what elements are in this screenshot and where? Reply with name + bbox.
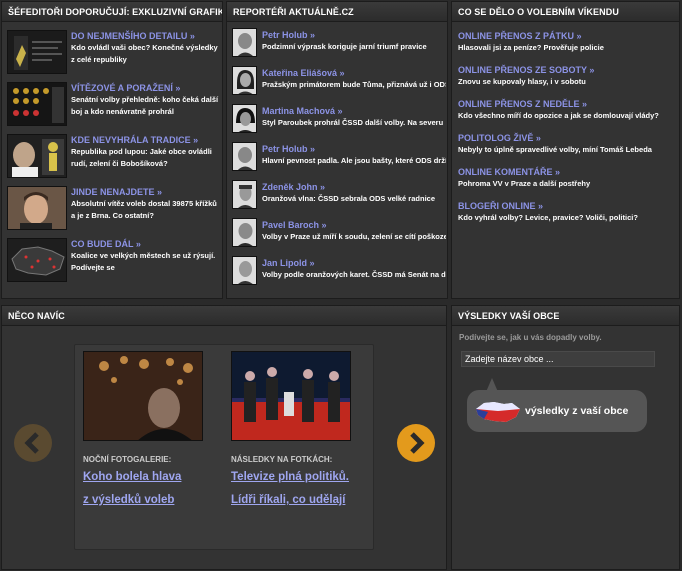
slide-caption: NOČNÍ FOTOGALERIE: [83,455,172,464]
article-desc: Oranžová vlna: ČSSD sebrala ODS velké ra… [262,194,435,203]
czech-map-icon [476,402,520,422]
thumbnail[interactable] [7,238,67,282]
results-button-label: výsledky z vaší obce [525,405,629,417]
article-desc: Republika pod lupou: Jaké obce ovládli r… [71,147,212,168]
thumbnail[interactable] [7,134,67,178]
article-link[interactable]: DO NEJMENŠÍHO DETAILU » [71,30,221,42]
avatar[interactable] [232,66,257,95]
article-link[interactable]: VÍTĚZOVÉ A PORAŽENÍ » [71,82,221,94]
avatar[interactable] [232,28,257,57]
municipality-results-panel: VÝSLEDKY VAŠÍ OBCE Podívejte se, jak u v… [451,305,680,570]
list-item: ONLINE PŘENOS Z NEDĚLE » Kdo všechno míří… [458,98,676,122]
carousel-slide: NÁSLEDKY NA FOTKÁCH: Televize plná polit… [231,351,351,511]
slide-link[interactable]: Lídři říkali, co udělají [231,490,351,511]
carousel-slide: NOČNÍ FOTOGALERIE: Koho bolela hlava z v… [83,351,203,511]
reporter-link[interactable]: Petr Holub » [262,29,446,41]
municipality-results-button[interactable]: výsledky z vaší obce [467,390,647,432]
carousel-prev-button[interactable] [14,424,52,462]
slide-link[interactable]: z výsledků voleb [83,490,203,511]
reporter-link[interactable]: Zdeněk John » [262,181,446,193]
panel-title: REPORTÉŘI AKTUÁLNĚ.CZ [227,2,447,22]
avatar[interactable] [232,104,257,133]
list-item: ONLINE KOMENTÁŘE » Pohroma VV v Praze a d… [458,166,676,190]
slide-caption: NÁSLEDKY NA FOTKÁCH: [231,455,333,464]
chevron-left-icon [24,432,39,454]
reporter-link[interactable]: Jan Lipold » [262,257,446,269]
event-link[interactable]: ONLINE KOMENTÁŘE » [458,166,676,178]
avatar[interactable] [232,218,257,247]
event-desc: Hlasovali jsi za peníze? Prověřuje polic… [458,43,604,52]
event-desc: Znovu se kupovaly hlasy, i v sobotu [458,77,586,86]
list-item: Pavel Baroch » Volby v Praze už míří k so… [232,218,447,248]
article-desc: Styl Paroubek prohrál ČSSD další volby. … [262,118,444,127]
article-desc: Volby v Praze už míří k soudu, zelení se… [262,232,446,241]
list-item: BLOGEŘI ONLINE » Kdo vyhrál volby? Levice… [458,200,676,224]
reporter-link[interactable]: Pavel Baroch » [262,219,446,231]
article-link[interactable]: CO BUDE DÁL » [71,238,221,250]
slide-link[interactable]: Koho bolela hlava [83,467,203,488]
event-link[interactable]: POLITOLOG ŽIVĚ » [458,132,676,144]
list-item: Martina Machová » Styl Paroubek prohrál Č… [232,104,447,134]
reporters-panel: REPORTÉŘI AKTUÁLNĚ.CZ Petr Holub » Podzim… [226,1,448,299]
editors-picks-panel: ŠÉFEDITOŘI DOPORUČUJÍ: EXKLUZIVNÍ GRAFIK… [1,1,223,299]
thumbnail[interactable] [7,186,67,230]
results-hint: Podívejte se, jak u vás dopadly volby. [459,333,602,342]
list-item: ONLINE PŘENOS ZE SOBOTY » Znovu se kupova… [458,64,676,88]
thumbnail[interactable] [7,82,67,126]
list-item: Jan Lipold » Volby podle oranžových karet… [232,256,447,286]
article-desc: Absolutní vítěz voleb dostal 39875 křížk… [71,199,217,220]
list-item: Zdeněk John » Oranžová vlna: ČSSD sebrala… [232,180,447,210]
reporter-link[interactable]: Kateřina Eliášová » [262,67,446,79]
article-link[interactable]: JINDE NENAJDETE » [71,186,221,198]
event-desc: Kdo vyhrál volby? Levice, pravice? Volič… [458,213,638,222]
article-desc: Pražským primátorem bude Tůma, přiznává … [262,80,446,89]
article-desc: Podzimní výprask koriguje jarní triumf p… [262,42,427,51]
event-link[interactable]: ONLINE PŘENOS Z NEDĚLE » [458,98,676,110]
gallery-photo[interactable] [83,351,203,441]
article-link[interactable]: KDE NEVYHRÁLA TRADICE » [71,134,221,146]
panel-title: CO SE DĚLO O VOLEBNÍM VÍKENDU [452,2,679,22]
event-desc: Pohroma VV v Praze a další postřehy [458,179,591,188]
event-link[interactable]: ONLINE PŘENOS Z PÁTKU » [458,30,676,42]
article-desc: Kdo ovládl vaši obec? Konečné výsledky z… [71,43,218,64]
list-item: ONLINE PŘENOS Z PÁTKU » Hlasovali jsi za … [458,30,676,54]
chevron-right-icon [410,432,425,454]
panel-title: VÝSLEDKY VAŠÍ OBCE [452,306,679,326]
avatar[interactable] [232,180,257,209]
panel-title: ŠÉFEDITOŘI DOPORUČUJÍ: EXKLUZIVNÍ GRAFIK… [2,2,222,22]
slide-link[interactable]: Televize plná politiků. [231,467,351,488]
article-desc: Hlavní pevnost padla. Ale jsou bašty, kt… [262,156,446,165]
reporter-link[interactable]: Petr Holub » [262,143,446,155]
list-item: POLITOLOG ŽIVĚ » Nebyly to úplně spravedl… [458,132,676,156]
article-desc: Koalice ve velkých městech se už rýsují.… [71,251,216,272]
carousel: NOČNÍ FOTOGALERIE: Koho bolela hlava z v… [74,344,374,550]
gallery-photo[interactable] [231,351,351,441]
carousel-next-button[interactable] [397,424,435,462]
event-desc: Nebyly to úplně spravedlivé volby, míní … [458,145,652,154]
event-link[interactable]: ONLINE PŘENOS ZE SOBOTY » [458,64,676,76]
article-desc: Senátní volby přehledně: koho čeká další… [71,95,219,116]
event-link[interactable]: BLOGEŘI ONLINE » [458,200,676,212]
avatar[interactable] [232,142,257,171]
event-desc: Kdo všechno míří do opozice a jak se dom… [458,111,659,120]
list-item: Kateřina Eliášová » Pražským primátorem b… [232,66,447,96]
list-item: Petr Holub » Hlavní pevnost padla. Ale js… [232,142,447,172]
avatar[interactable] [232,256,257,285]
panel-title: NĚCO NAVÍC [2,306,446,326]
reporter-link[interactable]: Martina Machová » [262,105,446,117]
weekend-panel: CO SE DĚLO O VOLEBNÍM VÍKENDU ONLINE PŘE… [451,1,680,299]
municipality-search-input[interactable] [461,351,655,367]
extras-panel: NĚCO NAVÍC NOČNÍ FOTOGALERIE: Koho bolel… [1,305,447,570]
list-item: Petr Holub » Podzimní výprask koriguje ja… [232,28,447,58]
article-desc: Volby podle oranžových karet. ČSSD má Se… [262,270,446,279]
thumbnail[interactable] [7,30,67,74]
